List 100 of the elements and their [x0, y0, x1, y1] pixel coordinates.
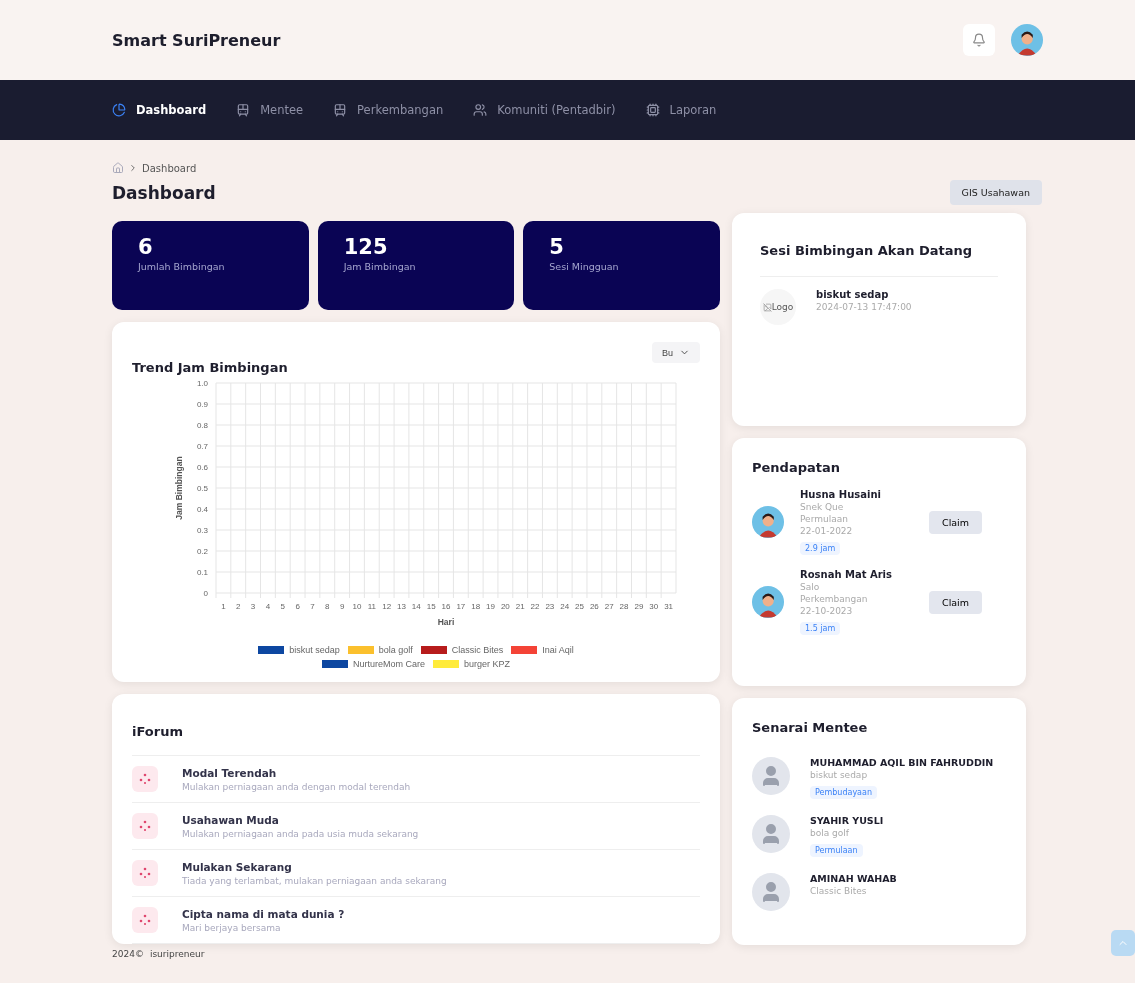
y-tick-label: 1.0	[196, 379, 208, 388]
user-avatar-icon	[752, 757, 790, 795]
mentee-name: AMINAH WAHAB	[810, 873, 897, 884]
x-tick-label: 22	[530, 602, 540, 611]
stage-text: Perkembangan	[800, 594, 869, 604]
topic-title[interactable]: Modal Terendah	[182, 766, 411, 779]
y-tick-label: 0.7	[196, 442, 208, 451]
footer-site-name: isuripreneur	[149, 949, 205, 959]
gis-button[interactable]: GIS Usahawan	[949, 180, 1042, 205]
nav-item[interactable]: Dashboard	[112, 103, 207, 117]
topic-title[interactable]: Cipta nama di mata dunia ?	[182, 907, 345, 920]
person-name: Husna Husaini	[800, 489, 881, 500]
x-axis-title: Hari	[437, 617, 455, 627]
page-title: Dashboard	[112, 182, 216, 203]
chip-icon	[645, 103, 660, 117]
nav-item[interactable]: Perkembangan	[333, 103, 444, 117]
legend-label: Inai Aqil	[542, 645, 574, 655]
topic-title[interactable]: Mulakan Sekarang	[182, 860, 447, 873]
card-title: Trend Jam Bimbingan	[132, 360, 288, 375]
hours-tag: 2.9 jam	[800, 542, 841, 555]
x-tick-label: 12	[382, 602, 392, 611]
x-tick-label: 9	[339, 602, 345, 611]
stat-label: Sesi Mingguan	[549, 261, 620, 272]
x-tick-label: 3	[250, 602, 256, 611]
avatar	[1011, 24, 1043, 56]
y-tick-label: 0.4	[196, 505, 208, 514]
topic-title[interactable]: Usahawan Muda	[182, 813, 419, 826]
y-tick-label: 0.3	[196, 526, 208, 535]
claim-button[interactable]: Claim	[929, 510, 982, 534]
topic-description: Mulakan perniagaan anda dengan modal terendah	[182, 781, 411, 792]
period-dropdown[interactable]: Bu	[652, 342, 700, 363]
stage-text: Permulaan	[800, 514, 849, 524]
x-tick-label: 2	[236, 602, 241, 611]
claim-button[interactable]: Claim	[929, 590, 982, 614]
stage-tag: Pembudayaan	[810, 786, 877, 799]
x-tick-label: 19	[486, 602, 495, 611]
stage-tag: Permulaan	[810, 844, 863, 857]
x-tick-label: 28	[619, 602, 629, 611]
x-tick-label: 13	[397, 602, 406, 611]
forum-icon	[132, 813, 158, 839]
stat-label: Jumlah Bimbingan	[138, 261, 226, 272]
forum-icon	[132, 766, 158, 792]
hours-tag: 1.5 jam	[800, 622, 841, 635]
x-tick-label: 7	[310, 602, 315, 611]
x-tick-label: 10	[352, 602, 362, 611]
x-tick-label: 30	[649, 602, 659, 611]
brand-name: Smart SuriPreneur	[112, 30, 281, 50]
notification-button[interactable]	[963, 24, 995, 56]
pie-chart-icon	[112, 103, 126, 117]
x-tick-label: 24	[560, 602, 570, 611]
y-axis-title: Jam Bimbingan	[174, 456, 184, 520]
y-tick-label: 0.6	[196, 463, 208, 472]
forum-icon	[132, 860, 158, 886]
business-name: biskut sedap	[810, 770, 869, 780]
card-title: iForum	[132, 724, 184, 739]
y-tick-label: 0.5	[196, 484, 208, 493]
bell-icon	[972, 33, 986, 47]
topic-description: Tiada yang terlambat, mulakan perniagaan anda sekarang	[182, 875, 447, 886]
legend-label: biskut sedap	[289, 645, 340, 655]
tram-icon	[333, 103, 348, 117]
x-tick-label: 4	[265, 602, 271, 611]
legend-label: NurtureMom Care	[352, 659, 425, 669]
nav-item[interactable]: Laporan	[645, 103, 717, 117]
mentee-name: MUHAMMAD AQIL BIN FAHRUDDIN	[810, 757, 994, 768]
avatar	[752, 506, 784, 538]
business-name: Classic Bites	[810, 886, 868, 896]
x-tick-label: 1	[221, 602, 226, 611]
session-name: biskut sedap	[816, 289, 890, 300]
x-tick-label: 27	[604, 602, 614, 611]
stat-value: 5	[549, 235, 565, 259]
business-name: bola golf	[810, 828, 850, 838]
y-tick-label: 0.9	[196, 400, 208, 409]
x-tick-label: 29	[634, 602, 644, 611]
x-tick-label: 11	[367, 602, 376, 611]
x-tick-label: 20	[500, 602, 510, 611]
x-tick-label: 26	[589, 602, 599, 611]
x-tick-label: 31	[664, 602, 674, 611]
legend-label: Classic Bites	[451, 645, 504, 655]
x-tick-label: 18	[471, 602, 481, 611]
y-tick-label: 0.2	[196, 547, 208, 556]
x-tick-label: 16	[441, 602, 451, 611]
legend-label: burger KPZ	[464, 659, 511, 669]
topic-description: Mulakan perniagaan anda pada usia muda sekarang	[182, 828, 419, 839]
x-tick-label: 23	[545, 602, 555, 611]
breadcrumb-item: Dashboard	[142, 162, 197, 174]
y-tick-label: 0	[203, 589, 208, 598]
x-tick-label: 25	[575, 602, 584, 611]
nav-item[interactable]: Komuniti (Pentadbir)	[473, 103, 616, 117]
y-tick-label: 0.1	[196, 568, 208, 577]
user-avatar-icon	[752, 815, 790, 853]
x-tick-label: 8	[325, 602, 330, 611]
business-name: Snek Que	[800, 502, 845, 512]
date-text: 22-10-2023	[800, 606, 854, 616]
card-title: Pendapatan	[752, 460, 841, 475]
avatar	[752, 586, 784, 618]
people-icon	[473, 103, 488, 117]
nav-item[interactable]: Mentee	[236, 103, 304, 117]
x-tick-label: 6	[295, 602, 300, 611]
stat-value: 6	[138, 235, 154, 259]
legend-label: bola golf	[378, 645, 413, 655]
